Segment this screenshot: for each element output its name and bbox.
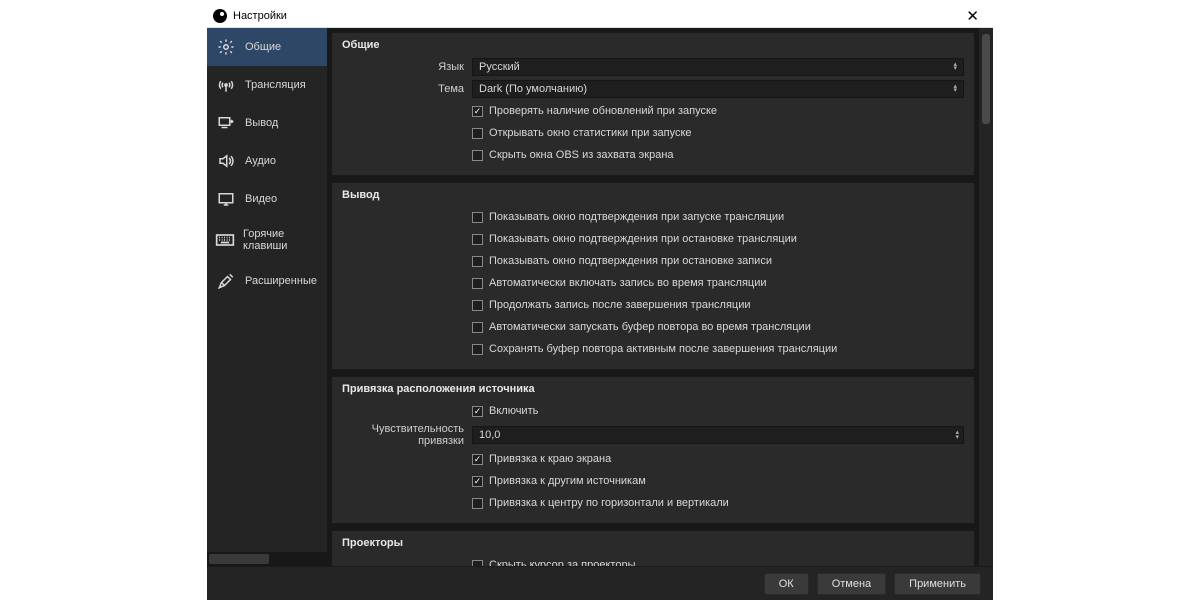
- speaker-icon: [215, 152, 237, 170]
- content-scrollbar[interactable]: [979, 28, 993, 566]
- apply-button[interactable]: Применить: [894, 573, 981, 595]
- check-confirm-stream-start[interactable]: Показывать окно подтверждения при запуск…: [472, 211, 964, 223]
- monitor-icon: [215, 190, 237, 208]
- checkbox-icon: [472, 212, 483, 223]
- theme-label: Тема: [342, 83, 472, 95]
- settings-window: Настройки ✕ Общие Трансляция Вывод Аудио: [207, 4, 993, 600]
- check-keep-replay[interactable]: Сохранять буфер повтора активным после з…: [472, 343, 964, 355]
- check-auto-record[interactable]: Автоматически включать запись во время т…: [472, 277, 964, 289]
- checkbox-icon: [472, 150, 483, 161]
- spinner-arrows-icon[interactable]: ▴▾: [953, 430, 961, 440]
- sidebar-item-label: Видео: [245, 193, 277, 205]
- theme-select[interactable]: Dark (По умолчанию)▴▾: [472, 80, 964, 98]
- section-general-title: Общие: [342, 39, 964, 51]
- sidebar-item-general[interactable]: Общие: [207, 28, 327, 66]
- sidebar-item-label: Трансляция: [245, 79, 306, 91]
- close-icon[interactable]: ✕: [958, 7, 987, 25]
- checkbox-icon: [472, 278, 483, 289]
- tools-icon: [215, 272, 237, 290]
- checkbox-icon: [472, 406, 483, 417]
- output-icon: [215, 114, 237, 132]
- sidebar-item-label: Горячие клавиши: [243, 228, 319, 252]
- check-snap-center[interactable]: Привязка к центру по горизонтали и верти…: [472, 497, 964, 509]
- checkbox-icon: [472, 344, 483, 355]
- check-snap-enable[interactable]: Включить: [472, 405, 964, 417]
- gear-icon: [215, 38, 237, 56]
- checkbox-icon: [472, 256, 483, 267]
- sidebar-item-output[interactable]: Вывод: [207, 104, 327, 142]
- check-auto-replay[interactable]: Автоматически запускать буфер повтора во…: [472, 321, 964, 333]
- antenna-icon: [215, 76, 237, 94]
- checkbox-icon: [472, 234, 483, 245]
- titlebar: Настройки ✕: [207, 4, 993, 28]
- checkbox-icon: [472, 300, 483, 311]
- sidebar-item-advanced[interactable]: Расширенные: [207, 262, 327, 300]
- checkbox-icon: [472, 476, 483, 487]
- sidebar-item-video[interactable]: Видео: [207, 180, 327, 218]
- section-output-title: Вывод: [342, 189, 964, 201]
- keyboard-icon: [215, 231, 235, 249]
- app-logo-icon: [213, 9, 227, 23]
- sidebar-item-label: Общие: [245, 41, 281, 53]
- check-hide-obs[interactable]: Скрыть окна OBS из захвата экрана: [472, 149, 964, 161]
- section-projectors: Проекторы Скрыть курсор за проекторы Пок…: [331, 530, 975, 566]
- check-snap-sources[interactable]: Привязка к другим источникам: [472, 475, 964, 487]
- language-select[interactable]: Русский▴▾: [472, 58, 964, 76]
- language-label: Язык: [342, 61, 472, 73]
- content: Общие Язык Русский▴▾ Тема Dark (По умолч…: [327, 28, 979, 566]
- checkbox-icon: [472, 106, 483, 117]
- check-confirm-record-stop[interactable]: Показывать окно подтверждения при остано…: [472, 255, 964, 267]
- checkbox-icon: [472, 498, 483, 509]
- sidebar: Общие Трансляция Вывод Аудио Видео Горяч…: [207, 28, 327, 566]
- checkbox-icon: [472, 128, 483, 139]
- sidebar-item-hotkeys[interactable]: Горячие клавиши: [207, 218, 327, 262]
- sidebar-item-stream[interactable]: Трансляция: [207, 66, 327, 104]
- checkbox-icon: [472, 454, 483, 465]
- section-output: Вывод Показывать окно подтверждения при …: [331, 182, 975, 370]
- check-updates[interactable]: Проверять наличие обновлений при запуске: [472, 105, 964, 117]
- section-snapping-title: Привязка расположения источника: [342, 383, 964, 395]
- check-proj-hide-cursor[interactable]: Скрыть курсор за проекторы: [472, 559, 964, 566]
- content-wrap: Общие Язык Русский▴▾ Тема Dark (По умолч…: [327, 28, 993, 566]
- ok-button[interactable]: ОК: [764, 573, 809, 595]
- section-projectors-title: Проекторы: [342, 537, 964, 549]
- check-confirm-stream-stop[interactable]: Показывать окно подтверждения при остано…: [472, 233, 964, 245]
- cancel-button[interactable]: Отмена: [817, 573, 886, 595]
- check-keep-recording[interactable]: Продолжать запись после завершения транс…: [472, 299, 964, 311]
- footer: ОК Отмена Применить: [207, 566, 993, 600]
- caret-icon: ▴▾: [953, 63, 957, 71]
- sidebar-item-label: Вывод: [245, 117, 278, 129]
- section-general: Общие Язык Русский▴▾ Тема Dark (По умолч…: [331, 32, 975, 176]
- sidebar-scrollbar[interactable]: [207, 552, 327, 566]
- check-snap-edge[interactable]: Привязка к краю экрана: [472, 453, 964, 465]
- check-open-stats[interactable]: Открывать окно статистики при запуске: [472, 127, 964, 139]
- snap-sensitivity-label: Чувствительность привязки: [342, 423, 472, 447]
- checkbox-icon: [472, 322, 483, 333]
- sidebar-item-label: Аудио: [245, 155, 276, 167]
- sidebar-item-audio[interactable]: Аудио: [207, 142, 327, 180]
- sidebar-item-label: Расширенные: [245, 275, 317, 287]
- window-title: Настройки: [233, 10, 287, 22]
- section-snapping: Привязка расположения источника Включить…: [331, 376, 975, 524]
- window-body: Общие Трансляция Вывод Аудио Видео Горяч…: [207, 28, 993, 566]
- snap-sensitivity-spin[interactable]: 10,0▴▾: [472, 426, 964, 444]
- caret-icon: ▴▾: [953, 85, 957, 93]
